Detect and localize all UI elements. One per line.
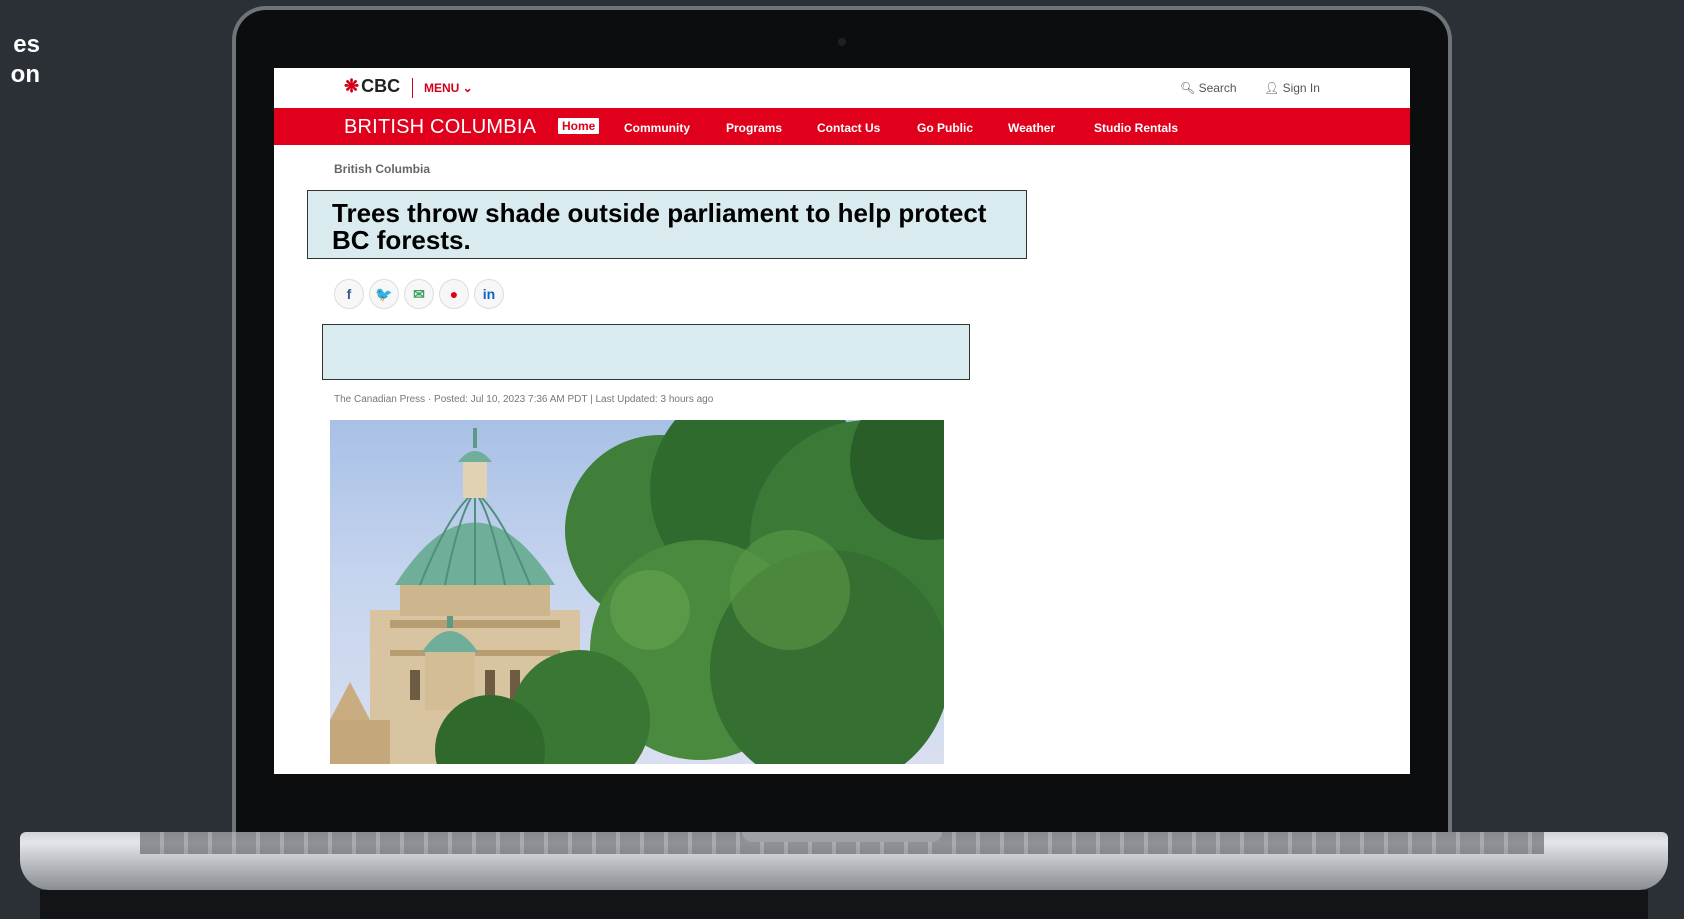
breadcrumb[interactable]: British Columbia	[334, 162, 430, 176]
corner-text: es on	[0, 30, 40, 90]
article-byline: The Canadian Press · Posted: Jul 10, 202…	[334, 394, 714, 405]
search-icon: 🔍︎	[1180, 81, 1196, 95]
article-headline: Trees throw shade outside parliament to …	[332, 198, 987, 255]
nav-item-contact-us[interactable]: Contact Us	[817, 121, 880, 135]
logo-divider	[412, 78, 413, 98]
region-navbar: BRITISH COLUMBIA Home Community Programs…	[274, 108, 1410, 145]
search-link[interactable]: 🔍︎ Search	[1180, 81, 1237, 95]
laptop-shadow	[40, 890, 1648, 919]
sign-in-label: Sign In	[1282, 81, 1320, 95]
blank-highlight-box	[322, 324, 970, 380]
parliament-dome-image	[330, 420, 944, 764]
hero-image	[330, 420, 944, 764]
search-label: Search	[1198, 81, 1237, 95]
cbc-logo[interactable]: ❋ CBC	[344, 76, 400, 97]
user-icon: 👤︎	[1264, 81, 1280, 95]
nav-item-weather[interactable]: Weather	[1008, 121, 1055, 135]
nav-item-go-public[interactable]: Go Public	[917, 121, 973, 135]
corner-text-line2: on	[10, 61, 40, 88]
nav-item-community[interactable]: Community	[624, 121, 690, 135]
headline-box: Trees throw shade outside parliament to …	[307, 190, 1027, 259]
linkedin-icon[interactable]: in	[474, 279, 504, 309]
nav-item-studio-rentals[interactable]: Studio Rentals	[1094, 121, 1178, 135]
reddit-icon[interactable]: ●	[439, 279, 469, 309]
share-row: f 🐦 ✉ ● in	[334, 279, 509, 309]
region-title[interactable]: BRITISH COLUMBIA	[344, 116, 536, 139]
nav-item-programs[interactable]: Programs	[726, 121, 782, 135]
laptop-notch	[742, 832, 942, 842]
menu-button[interactable]: MENU ⌄	[424, 81, 473, 95]
camera-icon	[838, 38, 846, 46]
email-icon[interactable]: ✉	[404, 279, 434, 309]
twitter-icon[interactable]: 🐦	[369, 279, 399, 309]
corner-text-line1: es	[13, 31, 40, 58]
sign-in-link[interactable]: 👤︎ Sign In	[1264, 81, 1320, 95]
facebook-icon[interactable]: f	[334, 279, 364, 309]
top-bar: ❋ CBC MENU ⌄ 🔍︎ Search 👤︎ Sign In	[274, 68, 1410, 108]
laptop-screen: ❋ CBC MENU ⌄ 🔍︎ Search 👤︎ Sign In BRITISH…	[274, 68, 1410, 774]
nav-item-home[interactable]: Home	[558, 118, 600, 134]
cbc-logo-text: CBC	[361, 76, 401, 96]
cbc-gem-icon: ❋	[344, 76, 360, 96]
